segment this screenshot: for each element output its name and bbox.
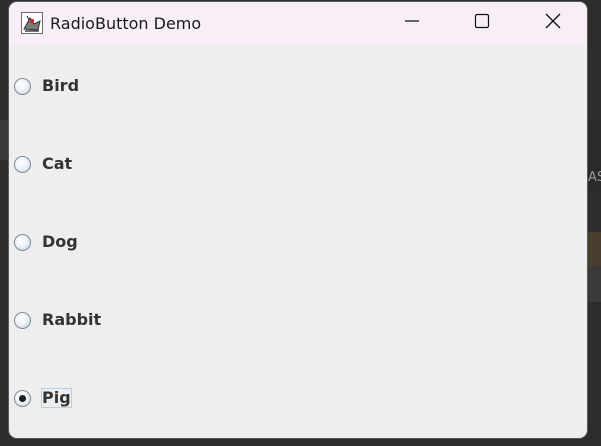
radio-button-circle[interactable] (14, 155, 31, 173)
close-button[interactable] (530, 2, 576, 44)
radio-label[interactable]: Dog (41, 232, 79, 252)
minimize-button[interactable] (389, 2, 435, 44)
radio-label[interactable]: Rabbit (41, 310, 102, 330)
maximize-icon (474, 13, 490, 33)
radio-label[interactable]: Bird (41, 76, 80, 96)
window-title: RadioButton Demo (50, 13, 202, 33)
radio-option-bird[interactable]: Bird (14, 74, 80, 98)
radio-option-rabbit[interactable]: Rabbit (14, 308, 102, 332)
background-window-fragment-3 (588, 266, 601, 302)
close-icon (544, 12, 562, 34)
radio-panel: Bird Cat Dog Rabbit Pig (9, 44, 587, 438)
radio-label[interactable]: Pig (41, 388, 72, 408)
radio-option-pig[interactable]: Pig (14, 386, 72, 410)
radio-label[interactable]: Cat (41, 154, 73, 174)
maximize-button[interactable] (459, 2, 505, 44)
app-window: RadioButton Demo Bird Cat Dog Rabbit Pig (9, 2, 587, 438)
radio-button-circle[interactable] (14, 77, 31, 95)
radio-button-circle[interactable] (14, 311, 31, 329)
radio-button-circle-selected[interactable] (14, 389, 31, 407)
minimize-icon (404, 13, 420, 33)
radio-option-dog[interactable]: Dog (14, 230, 79, 254)
background-window-fragment-2 (588, 232, 601, 266)
radio-button-circle[interactable] (14, 233, 31, 251)
background-text-fragment: AS (588, 170, 601, 185)
title-bar[interactable]: RadioButton Demo (9, 2, 587, 44)
radio-option-cat[interactable]: Cat (14, 152, 73, 176)
java-duke-icon (21, 12, 43, 34)
